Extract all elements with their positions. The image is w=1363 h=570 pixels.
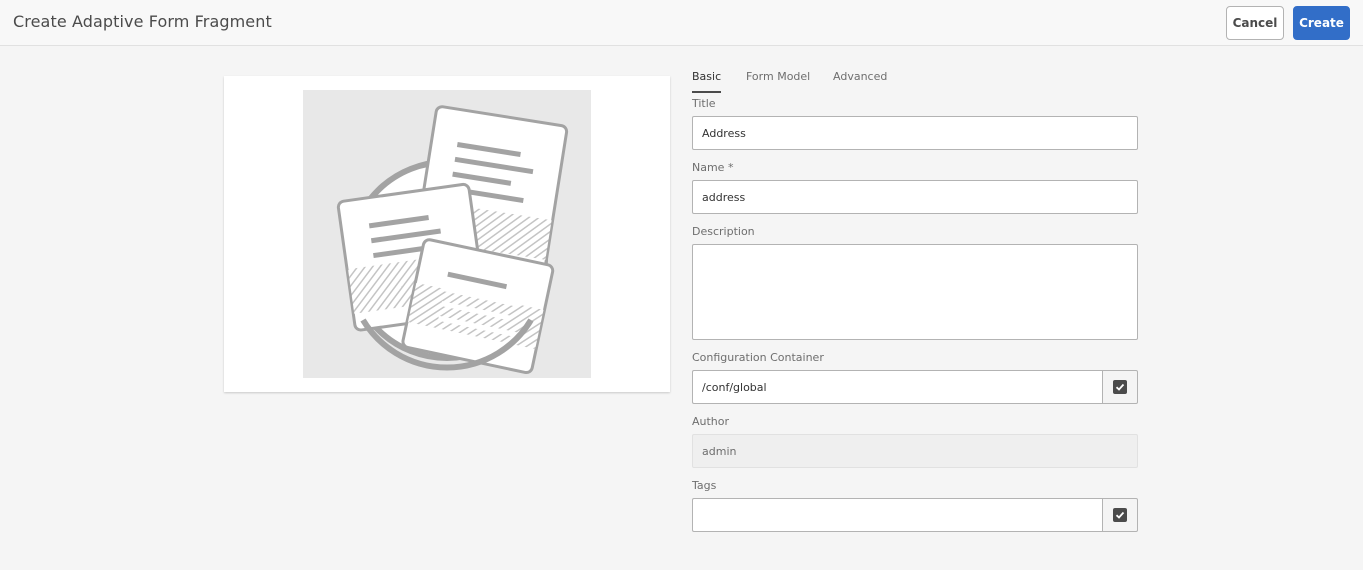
- title-input[interactable]: [692, 116, 1138, 150]
- tags-input[interactable]: [692, 498, 1103, 532]
- header-bar: Create Adaptive Form Fragment Cancel Cre…: [0, 0, 1363, 46]
- form-fragment-documents-icon: [336, 105, 569, 375]
- configuration-container-picker-button[interactable]: [1102, 370, 1138, 404]
- configuration-container-label: Configuration Container: [692, 351, 824, 364]
- name-label: Name *: [692, 161, 734, 174]
- name-input[interactable]: [692, 180, 1138, 214]
- title-label: Title: [692, 97, 716, 110]
- configuration-container-input[interactable]: [692, 370, 1103, 404]
- author-field: admin: [692, 434, 1138, 468]
- tab-advanced[interactable]: Advanced: [833, 66, 887, 93]
- author-label: Author: [692, 415, 730, 428]
- tab-basic[interactable]: Basic: [692, 66, 722, 93]
- cancel-button[interactable]: Cancel: [1226, 6, 1284, 40]
- description-label: Description: [692, 225, 755, 238]
- page-title: Create Adaptive Form Fragment: [13, 12, 272, 31]
- create-button[interactable]: Create: [1293, 6, 1350, 40]
- check-square-icon: [1113, 508, 1127, 522]
- description-textarea[interactable]: [692, 244, 1138, 340]
- thumbnail-card: [224, 76, 670, 392]
- check-square-icon: [1113, 380, 1127, 394]
- tags-picker-button[interactable]: [1102, 498, 1138, 532]
- thumbnail-image: [303, 90, 591, 378]
- tags-label: Tags: [692, 479, 717, 492]
- tab-form-model[interactable]: Form Model: [746, 66, 810, 93]
